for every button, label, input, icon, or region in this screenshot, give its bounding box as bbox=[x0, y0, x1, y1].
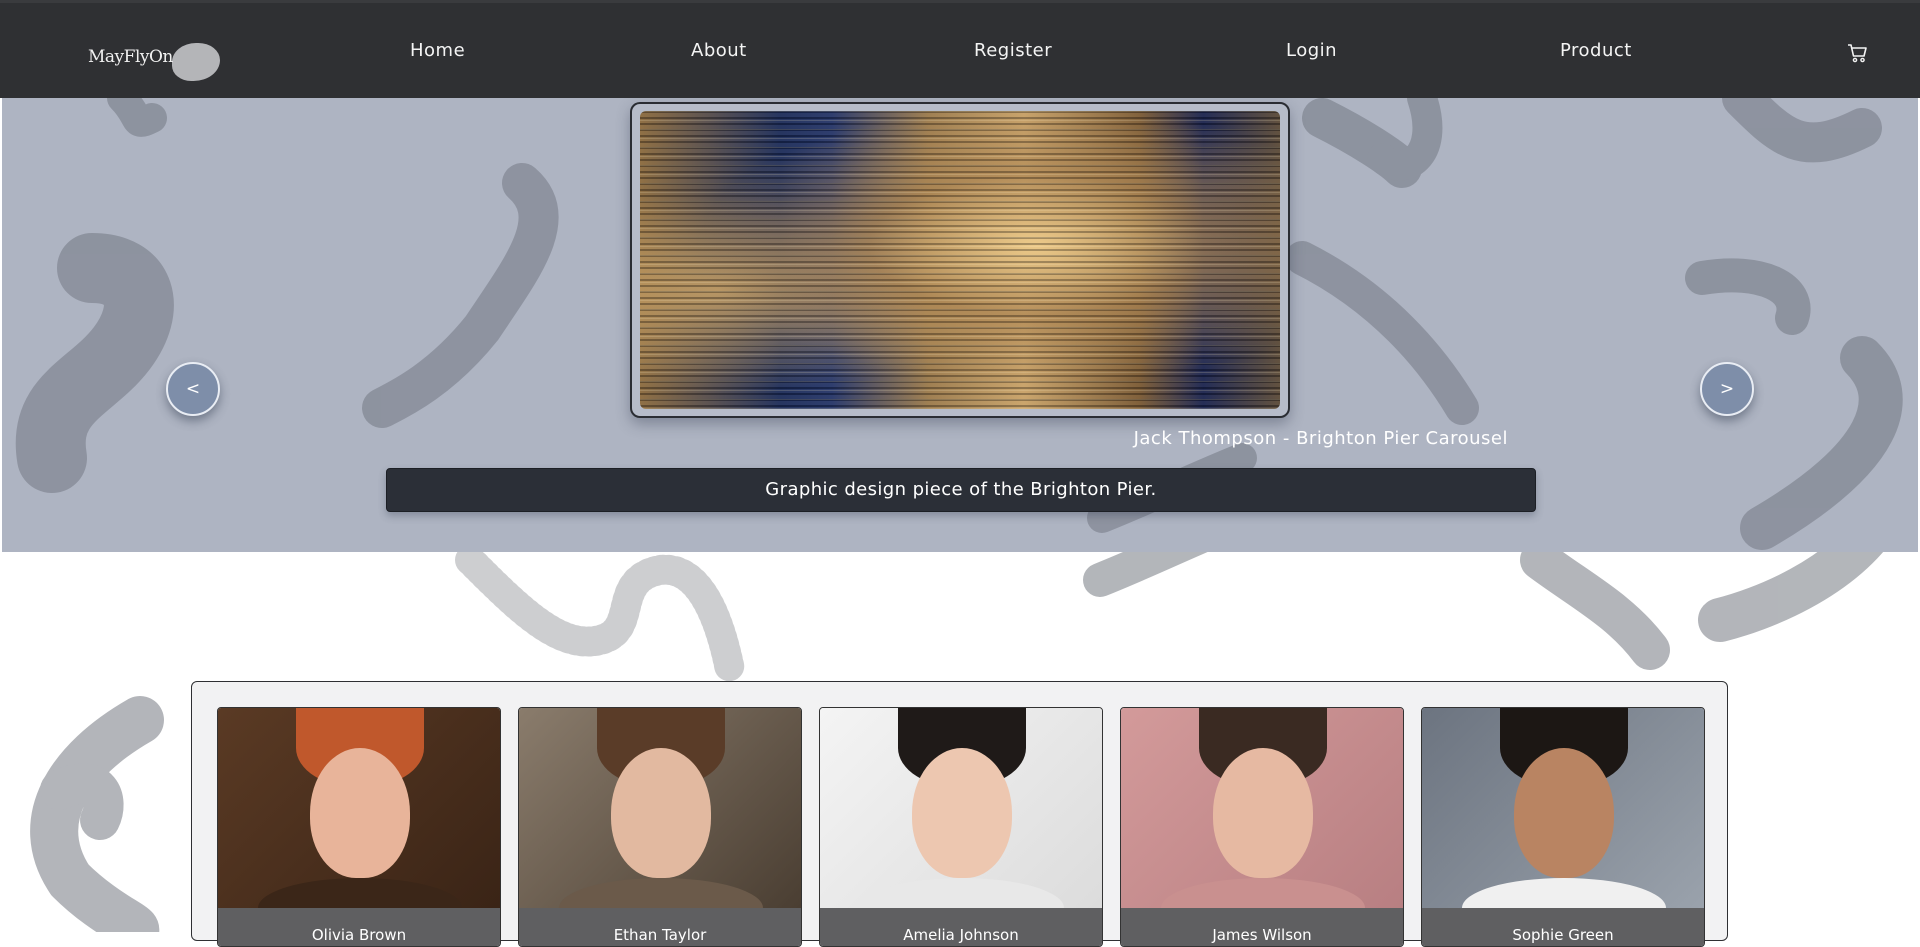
shopping-cart-icon[interactable] bbox=[1846, 41, 1870, 65]
nav-link-product[interactable]: Product bbox=[1560, 40, 1632, 61]
artwork-image bbox=[640, 111, 1280, 409]
nav-link-register[interactable]: Register bbox=[974, 40, 1052, 61]
hero-carousel: < > Jack Thompson - Brighton Pier Carous… bbox=[2, 98, 1918, 552]
member-name: Olivia Brown bbox=[218, 908, 500, 946]
carousel-next-button[interactable]: > bbox=[1700, 362, 1754, 416]
carousel-prev-button[interactable]: < bbox=[166, 362, 220, 416]
member-name: Amelia Johnson bbox=[820, 908, 1102, 946]
top-navbar: MayFlyOn Home About Register Login Produ… bbox=[0, 0, 1920, 98]
logo-blob bbox=[172, 43, 220, 81]
artwork-title: Jack Thompson - Brighton Pier Carousel bbox=[1133, 428, 1508, 449]
member-photo bbox=[1422, 708, 1704, 938]
team-section: Olivia Brown Ethan Taylor Amelia Johnson… bbox=[191, 681, 1728, 947]
artwork-description: Graphic design piece of the Brighton Pie… bbox=[386, 468, 1536, 512]
team-member-card[interactable]: Olivia Brown bbox=[217, 707, 501, 947]
team-member-card[interactable]: Sophie Green bbox=[1421, 707, 1705, 947]
member-photo bbox=[519, 708, 801, 938]
brand-logo[interactable]: MayFlyOn bbox=[88, 47, 173, 67]
member-photo bbox=[820, 708, 1102, 938]
member-name: Ethan Taylor bbox=[519, 908, 801, 946]
nav-link-login[interactable]: Login bbox=[1286, 40, 1337, 61]
team-member-card[interactable]: Amelia Johnson bbox=[819, 707, 1103, 947]
nav-link-about[interactable]: About bbox=[691, 40, 747, 61]
nav-link-home[interactable]: Home bbox=[410, 40, 465, 61]
team-member-card[interactable]: Ethan Taylor bbox=[518, 707, 802, 947]
member-name: James Wilson bbox=[1121, 908, 1403, 946]
member-name: Sophie Green bbox=[1422, 908, 1704, 946]
member-photo bbox=[218, 708, 500, 938]
member-photo bbox=[1121, 708, 1403, 938]
team-member-card[interactable]: James Wilson bbox=[1120, 707, 1404, 947]
artwork-frame bbox=[630, 102, 1290, 418]
